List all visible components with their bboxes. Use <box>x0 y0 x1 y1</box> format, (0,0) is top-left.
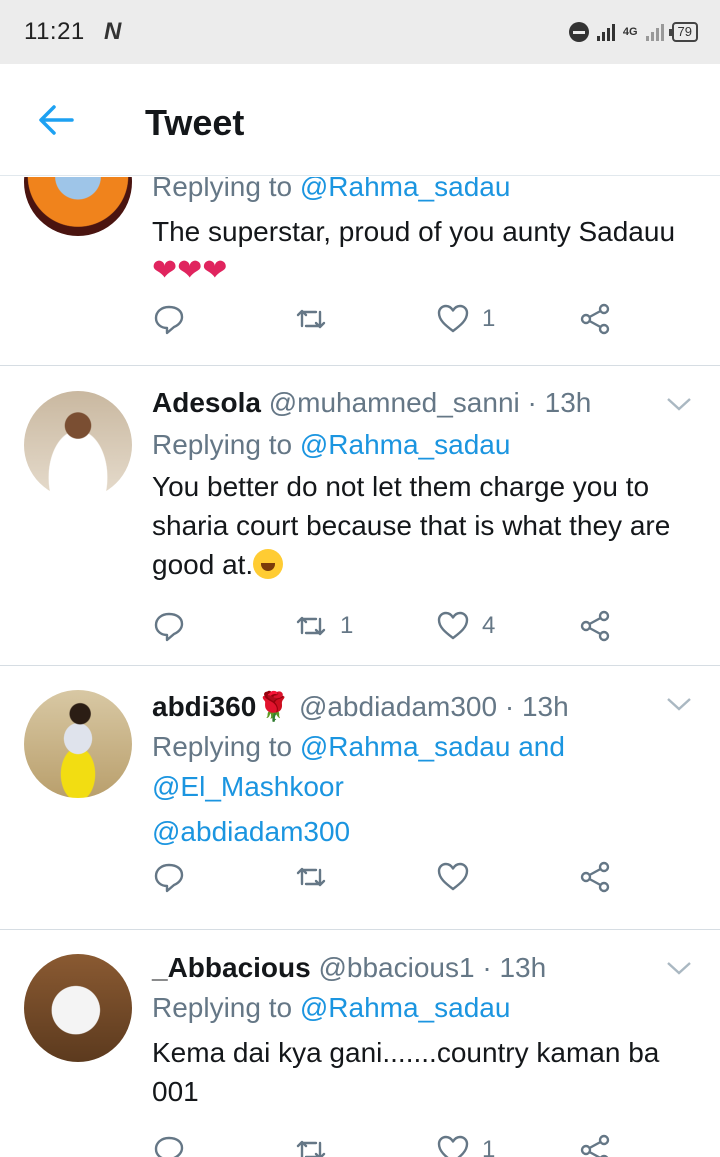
tweet-text: Kema dai kya gani.......country kaman ba… <box>152 1037 660 1107</box>
share-button[interactable] <box>578 857 612 897</box>
like-count: 1 <box>482 305 496 332</box>
tweet-actions: 1 <box>152 1130 622 1157</box>
replying-to: Replying to @Rahma_sadau <box>152 429 511 460</box>
reply-mention-link[interactable]: @Rahma_sadau <box>300 429 511 460</box>
reply-button[interactable] <box>152 857 198 897</box>
tweet-meta: abdi360🌹 @abdiadam300 · 13h <box>152 687 700 727</box>
battery-icon: 79 <box>668 22 698 42</box>
reply-mention-link[interactable]: @Rahma_sadau <box>300 177 511 202</box>
retweet-button[interactable] <box>294 299 340 339</box>
tweet-actions: 1 4 <box>152 606 622 646</box>
reply-mention-link[interactable]: @Rahma_sadau <box>300 992 511 1023</box>
retweet-button[interactable] <box>294 857 340 897</box>
network-type: 4G <box>622 26 638 38</box>
carrier-icon: N <box>104 18 122 45</box>
retweet-icon <box>296 867 326 887</box>
tweet-item[interactable]: Replying to @Rahma_sadau The superstar, … <box>0 177 720 366</box>
tweet-actions: 1 <box>152 299 622 339</box>
reply-icon <box>154 612 184 642</box>
heart-icon <box>437 611 469 640</box>
retweet-icon <box>296 1140 326 1157</box>
like-count: 1 <box>482 1136 496 1157</box>
signal-icon-2 <box>645 23 664 41</box>
timestamp: · 13h <box>482 952 547 983</box>
like-count: 4 <box>482 612 496 639</box>
retweet-count: 1 <box>340 612 354 639</box>
replying-to: Replying to @Rahma_sadau <box>152 177 700 207</box>
avatar[interactable] <box>24 954 132 1062</box>
rose-emoji: 🌹 <box>256 691 292 722</box>
heart-icon <box>437 862 469 891</box>
tweet-item[interactable]: Adesola @muhamned_sanni · 13h Replying t… <box>0 366 720 666</box>
app-header: Tweet <box>0 64 720 176</box>
retweet-icon <box>296 616 326 636</box>
tweet-item[interactable]: abdi360🌹 @abdiadam300 · 13h Replying to … <box>0 666 720 930</box>
replying-to: Replying to @Rahma_sadau <box>152 992 511 1023</box>
status-bar: 11:21 N 4G 79 <box>0 0 720 64</box>
share-icon <box>580 861 610 893</box>
signal-icon <box>596 23 615 41</box>
retweet-button[interactable] <box>294 1130 340 1157</box>
replying-to: Replying to @Rahma_sadau and @El_Mashkoo… <box>152 731 565 802</box>
display-name[interactable]: _Abbacious <box>152 952 311 983</box>
tweet-meta: _Abbacious @bbacious1 · 13h <box>152 948 700 988</box>
tweet-text: The superstar, proud of you aunty Sadauu… <box>152 216 676 287</box>
tweet-meta: Adesola @muhamned_sanni · 13h <box>152 383 700 423</box>
page-title: Tweet <box>145 102 245 143</box>
username[interactable]: @abdiadam300 <box>299 691 497 722</box>
heart-emoji: ❤❤❤ <box>152 254 228 287</box>
status-time: 11:21 <box>24 18 85 45</box>
like-button[interactable]: 1 <box>436 299 495 339</box>
retweet-icon <box>296 309 326 329</box>
reply-button[interactable] <box>152 606 198 646</box>
like-button[interactable]: 1 <box>436 1130 495 1157</box>
share-button[interactable] <box>578 606 612 646</box>
tweet-text[interactable]: @abdiadam300 <box>152 812 700 851</box>
reply-icon <box>154 305 184 335</box>
do-not-disturb-icon <box>568 22 589 42</box>
heart-icon <box>437 304 469 333</box>
retweet-button[interactable]: 1 <box>294 606 353 646</box>
reply-feed[interactable]: Replying to @Rahma_sadau The superstar, … <box>0 177 720 1157</box>
laughing-emoji <box>253 549 284 579</box>
tweet-actions <box>152 857 622 897</box>
avatar[interactable] <box>24 391 132 499</box>
share-icon <box>580 303 610 335</box>
share-icon <box>580 1134 610 1157</box>
share-icon <box>580 610 610 642</box>
status-icons: 4G 79 <box>568 18 698 46</box>
arrow-left-icon[interactable] <box>36 102 76 138</box>
reply-button[interactable] <box>152 1130 198 1157</box>
avatar[interactable] <box>24 690 132 798</box>
display-name[interactable]: Adesola <box>152 387 261 418</box>
share-button[interactable] <box>578 1130 612 1157</box>
heart-icon <box>437 1135 469 1157</box>
reply-icon <box>154 863 184 893</box>
share-button[interactable] <box>578 299 612 339</box>
reply-button[interactable] <box>152 299 198 339</box>
username[interactable]: @muhamned_sanni <box>269 387 520 418</box>
username[interactable]: @bbacious1 <box>318 952 474 983</box>
timestamp: · 13h <box>527 387 592 418</box>
reply-icon <box>154 1136 184 1157</box>
like-button[interactable] <box>436 857 482 897</box>
tweet-text: You better do not let them charge you to… <box>152 471 671 580</box>
display-name[interactable]: abdi360 <box>152 691 256 722</box>
tweet-item[interactable]: _Abbacious @bbacious1 · 13h Replying to … <box>0 930 720 1157</box>
like-button[interactable]: 4 <box>436 606 495 646</box>
timestamp: · 13h <box>504 691 569 722</box>
avatar[interactable] <box>24 177 132 236</box>
